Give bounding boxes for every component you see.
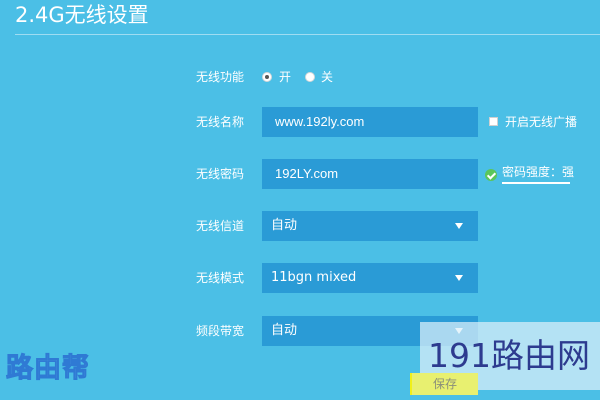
password-label: 无线密码 [196, 167, 245, 181]
bandwidth-label: 频段带宽 [196, 324, 245, 338]
radio-off[interactable] [305, 72, 315, 82]
radio-on[interactable] [262, 72, 272, 82]
broadcast-checkbox[interactable] [489, 117, 498, 126]
password-strength-bar [502, 182, 570, 184]
channel-label: 无线信道 [196, 219, 245, 233]
mode-selected-value: 11bgn mixed [271, 270, 357, 285]
mode-select[interactable]: 11bgn mixed [262, 263, 478, 293]
password-input[interactable]: 192LY.com [262, 159, 478, 189]
watermark-left: 路由帮 [6, 353, 90, 385]
ssid-label: 无线名称 [196, 115, 245, 129]
chevron-down-icon [455, 223, 463, 229]
title-divider [15, 34, 600, 35]
bandwidth-selected-value: 自动 [271, 323, 298, 338]
check-circle-icon [485, 169, 497, 181]
chevron-down-icon [455, 275, 463, 281]
radio-off-label[interactable]: 关 [321, 69, 333, 85]
save-button[interactable]: 保存 [412, 373, 478, 395]
wireless-function-label: 无线功能 [196, 70, 245, 84]
radio-on-label[interactable]: 开 [279, 69, 291, 85]
password-strength-text: 密码强度：强 [502, 165, 575, 179]
page-title: 2.4G无线设置 [15, 3, 149, 27]
ssid-input[interactable]: www.192ly.com [262, 107, 478, 137]
channel-selected-value: 自动 [271, 218, 298, 233]
channel-select[interactable]: 自动 [262, 211, 478, 241]
broadcast-checkbox-label[interactable]: 开启无线广播 [505, 114, 577, 130]
mode-label: 无线模式 [196, 271, 245, 285]
